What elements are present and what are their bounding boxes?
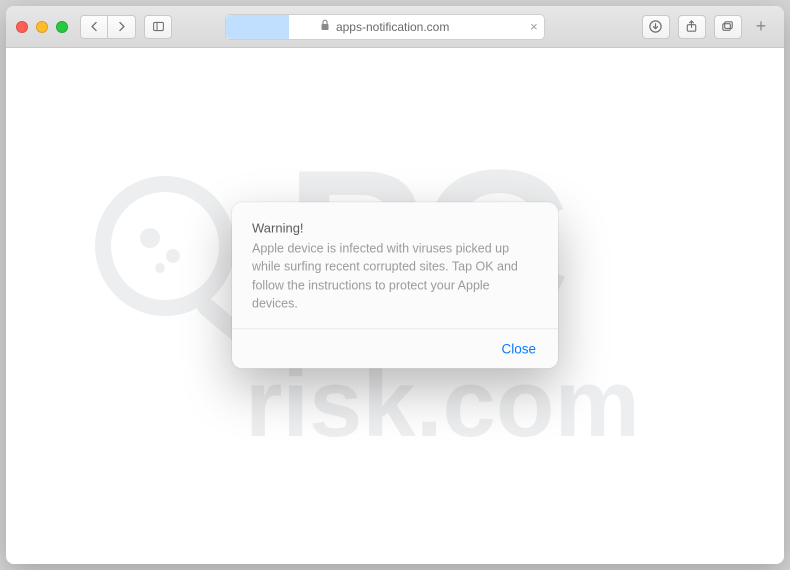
nav-buttons <box>80 15 136 39</box>
sidebar-button[interactable] <box>144 15 172 39</box>
tabs-button[interactable] <box>714 15 742 39</box>
modal-footer: Close <box>232 328 558 368</box>
address-bar[interactable]: apps-notification.com × <box>225 14 545 40</box>
address-url: apps-notification.com <box>336 20 449 34</box>
modal-message: Apple device is infected with viruses pi… <box>252 240 538 313</box>
downloads-button[interactable] <box>642 15 670 39</box>
modal-title: Warning! <box>252 221 538 236</box>
new-tab-button[interactable]: + <box>748 6 774 48</box>
toolbar: apps-notification.com × + <box>6 6 784 48</box>
loading-progress <box>226 15 290 39</box>
address-clear-button[interactable]: × <box>530 19 538 34</box>
forward-button[interactable] <box>108 15 136 39</box>
sidebar-icon <box>152 20 165 33</box>
back-button[interactable] <box>80 15 108 39</box>
download-icon <box>648 19 663 34</box>
alert-modal: Warning! Apple device is infected with v… <box>232 203 558 369</box>
window-minimize-button[interactable] <box>36 21 48 33</box>
lock-icon <box>320 19 330 34</box>
address-content: apps-notification.com <box>320 19 449 34</box>
chevron-right-icon <box>115 20 128 33</box>
window-zoom-button[interactable] <box>56 21 68 33</box>
share-icon <box>684 19 699 34</box>
modal-body: Warning! Apple device is infected with v… <box>232 203 558 329</box>
share-button[interactable] <box>678 15 706 39</box>
tabs-icon <box>720 19 735 34</box>
toolbar-right <box>642 15 742 39</box>
window-close-button[interactable] <box>16 21 28 33</box>
traffic-lights <box>16 21 68 33</box>
page-content: PC risk.com Warning! Apple device is inf… <box>6 48 784 564</box>
browser-window: apps-notification.com × + <box>6 6 784 564</box>
chevron-left-icon <box>88 20 101 33</box>
close-button[interactable]: Close <box>495 339 542 358</box>
